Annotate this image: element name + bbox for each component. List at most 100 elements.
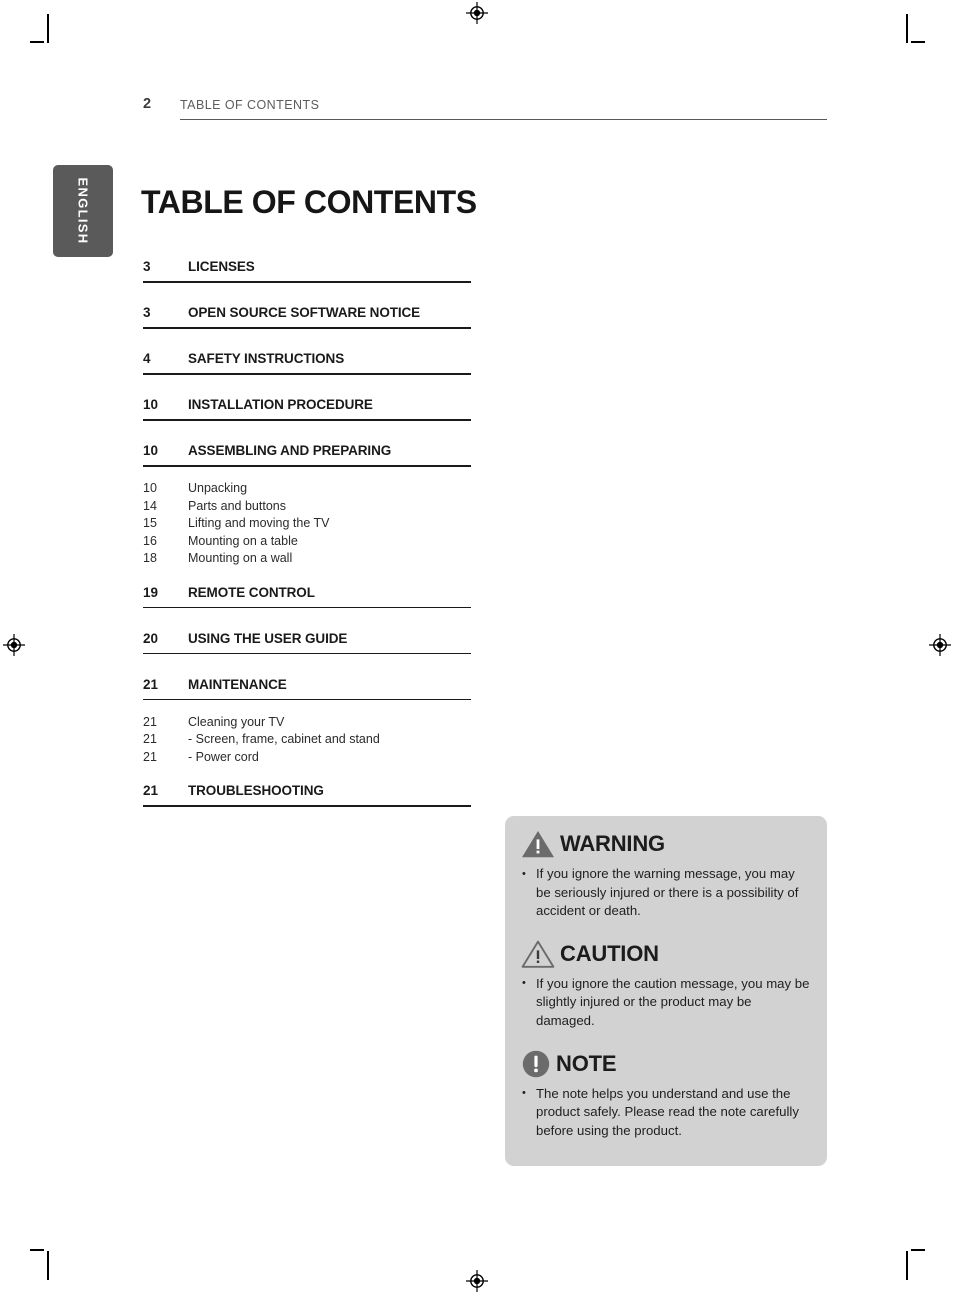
toc-subentry[interactable]: 14 Parts and buttons xyxy=(143,499,471,517)
toc-spacer xyxy=(143,381,471,397)
toc-subentry[interactable]: 10 Unpacking xyxy=(143,481,471,499)
toc-chapter-label: OPEN SOURCE SOFTWARE NOTICE xyxy=(188,305,421,320)
note-heading-row: NOTE xyxy=(521,1045,811,1083)
notice-box: WARNING If you ignore the warning messag… xyxy=(505,816,827,1166)
toc-chapter-page: 10 xyxy=(143,443,159,458)
warning-triangle-filled-icon xyxy=(522,831,554,858)
toc-subentry-page: 21 xyxy=(143,714,157,729)
toc-subentry[interactable]: 18 Mounting on a wall xyxy=(143,551,471,569)
toc-subentry-label: Mounting on a table xyxy=(188,533,298,548)
header-divider xyxy=(180,119,827,120)
toc-chapter-page: 20 xyxy=(143,630,159,646)
caution-block: CAUTION If you ignore the caution messag… xyxy=(521,935,811,1031)
toc-subentry-page: 15 xyxy=(143,516,157,530)
toc-chapter[interactable]: 3 LICENSES xyxy=(143,259,471,289)
caution-heading-row: CAUTION xyxy=(521,935,811,973)
warning-text: If you ignore the warning message, you m… xyxy=(521,865,811,921)
toc-chapter[interactable]: 19 REMOTE CONTROL xyxy=(143,585,471,615)
toc-chapter-page: 10 xyxy=(143,397,159,412)
toc-chapter-page: 21 xyxy=(143,783,159,798)
toc-subentry-page: 21 xyxy=(143,732,157,746)
toc-subentry-page: 14 xyxy=(143,498,157,513)
toc-chapter-rule xyxy=(143,281,471,283)
toc-spacer xyxy=(143,335,471,351)
toc-spacer xyxy=(143,767,471,783)
page-title: TABLE OF CONTENTS xyxy=(141,184,477,221)
registration-mark-top xyxy=(466,2,488,24)
warning-body: If you ignore the warning message, you m… xyxy=(521,865,811,921)
toc-chapter-page: 21 xyxy=(143,676,159,692)
crop-mark-top-right-vertical xyxy=(906,14,908,43)
toc-chapter-label: ASSEMBLING AND PREPARING xyxy=(188,443,392,458)
crop-mark-bottom-right-vertical xyxy=(906,1251,908,1280)
toc-spacer xyxy=(143,289,471,305)
toc-subentry-page: 21 xyxy=(143,749,157,764)
toc-subentry[interactable]: 15 Lifting and moving the TV xyxy=(143,516,471,534)
caution-triangle-outline-icon xyxy=(521,940,555,968)
toc-chapter-rule xyxy=(143,419,471,421)
crop-mark-top-left-vertical xyxy=(47,14,49,43)
toc-chapter[interactable]: 3 OPEN SOURCE SOFTWARE NOTICE xyxy=(143,305,471,335)
toc-subentry[interactable]: 21 Cleaning your TV xyxy=(143,715,471,733)
toc-chapter-rule xyxy=(143,327,471,329)
caution-heading: CAUTION xyxy=(560,940,659,966)
toc-spacer xyxy=(143,427,471,443)
toc-chapter[interactable]: 21 TROUBLESHOOTING xyxy=(143,783,471,813)
toc-chapter-label: SAFETY INSTRUCTIONS xyxy=(188,351,345,366)
toc-chapter-page: 19 xyxy=(143,584,159,600)
warning-heading: WARNING xyxy=(560,831,665,856)
toc-chapter[interactable]: 10 INSTALLATION PROCEDURE xyxy=(143,397,471,427)
toc-chapter-rule xyxy=(143,805,471,807)
page-header: 2 TABLE OF CONTENTS xyxy=(143,96,827,122)
toc-chapter-label: MAINTENANCE xyxy=(188,676,287,692)
toc-chapter-page: 3 xyxy=(143,305,151,320)
toc-subentry-label: - Screen, frame, cabinet and stand xyxy=(188,732,380,746)
toc-chapter-label: TROUBLESHOOTING xyxy=(188,783,324,798)
toc-chapter-rule xyxy=(143,606,471,609)
toc-subentry-label: Unpacking xyxy=(188,481,248,495)
toc-subentry-page: 18 xyxy=(143,551,157,565)
caution-body: If you ignore the caution message, you m… xyxy=(521,974,811,1031)
toc-subentry[interactable]: 21 - Screen, frame, cabinet and stand xyxy=(143,732,471,750)
toc-subentry-label: - Power cord xyxy=(188,749,259,764)
toc-spacer xyxy=(143,615,471,631)
header-section-label: TABLE OF CONTENTS xyxy=(180,98,320,112)
language-tab: ENGLISH xyxy=(53,165,113,257)
toc-chapter-rule xyxy=(143,373,471,375)
crop-mark-bottom-right-horizontal xyxy=(911,1249,925,1251)
crop-mark-top-right-horizontal xyxy=(911,41,925,43)
toc-chapter[interactable]: 20 USING THE USER GUIDE xyxy=(143,631,471,661)
note-circle-exclamation-icon xyxy=(522,1050,550,1077)
toc-chapter-rule xyxy=(143,698,471,701)
toc-chapter-rule xyxy=(143,652,471,655)
toc-subentry-label: Mounting on a wall xyxy=(188,551,293,565)
toc-subentry-label: Lifting and moving the TV xyxy=(188,516,330,530)
toc-chapter-label: LICENSES xyxy=(188,259,255,274)
toc-subentry-page: 16 xyxy=(143,533,157,548)
toc-subentry[interactable]: 16 Mounting on a table xyxy=(143,534,471,552)
toc-chapter-page: 4 xyxy=(143,351,151,366)
registration-mark-right xyxy=(929,634,951,656)
toc-subentry[interactable]: 21 - Power cord xyxy=(143,750,471,768)
toc-chapter[interactable]: 4 SAFETY INSTRUCTIONS xyxy=(143,351,471,381)
crop-mark-top-left-horizontal xyxy=(30,41,44,43)
page-number: 2 xyxy=(143,96,152,112)
toc-chapter-rule xyxy=(143,465,471,467)
registration-mark-bottom xyxy=(466,1270,488,1292)
note-text: The note helps you understand and use th… xyxy=(521,1084,811,1141)
language-tab-label: ENGLISH xyxy=(75,177,91,245)
crop-mark-bottom-left-vertical xyxy=(47,1251,49,1280)
crop-mark-bottom-left-horizontal xyxy=(30,1249,44,1251)
toc-chapter-label: REMOTE CONTROL xyxy=(188,584,315,600)
note-block: NOTE The note helps you understand and u… xyxy=(521,1045,811,1141)
warning-block: WARNING If you ignore the warning messag… xyxy=(521,825,811,921)
toc-chapter[interactable]: 10 ASSEMBLING AND PREPARING xyxy=(143,443,471,473)
registration-mark-left xyxy=(3,634,25,656)
toc-spacer xyxy=(143,661,471,677)
toc-subentry-page: 10 xyxy=(143,481,157,495)
toc-subentry-label: Cleaning your TV xyxy=(188,714,285,729)
toc-chapter[interactable]: 21 MAINTENANCE xyxy=(143,677,471,707)
note-body: The note helps you understand and use th… xyxy=(521,1084,811,1141)
toc-chapter-label: INSTALLATION PROCEDURE xyxy=(188,397,373,412)
caution-text: If you ignore the caution message, you m… xyxy=(521,974,811,1031)
